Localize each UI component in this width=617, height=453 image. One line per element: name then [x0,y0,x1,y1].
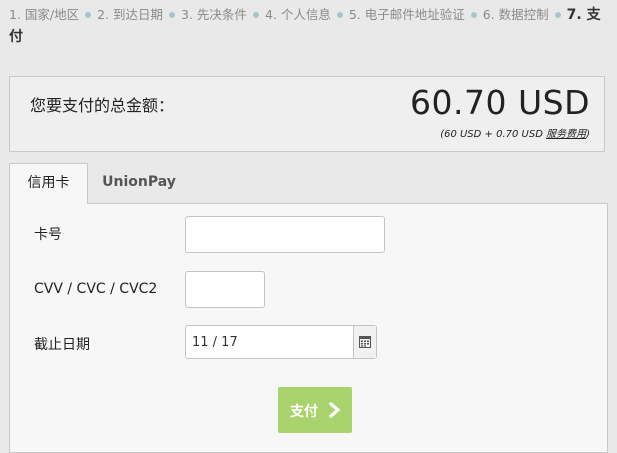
tab-credit-card[interactable]: 信用卡 [9,163,88,204]
chevron-right-icon [328,402,341,418]
step-arrival-date: 2. 到达日期 [97,7,164,22]
total-breakdown: (60 USD + 0.70 USD 服务费用) [440,125,590,140]
breakdown-prefix: (60 USD + 0.70 USD [440,129,547,140]
step-country: 1. 国家/地区 [9,7,80,22]
cvv-label: CVV / CVC / CVC2 [34,281,158,297]
checkout-steps: 1. 国家/地区 2. 到达日期 3. 先决条件 4. 个人信息 5. 电子邮件地址验证… [9,4,613,48]
card-number-label: 卡号 [34,227,62,243]
step-data-control: 6. 数据控制 [482,7,549,22]
step-separator-dot [85,12,92,18]
tab-unionpay[interactable]: UnionPay [88,163,190,203]
total-amount: 60.70 USD [410,83,590,122]
pay-button[interactable]: 支付 [278,387,352,433]
step-separator-dot [169,12,176,18]
service-fee-link[interactable]: 服务费用 [546,129,586,140]
card-number-input[interactable] [185,216,385,253]
step-personal-info: 4. 个人信息 [264,7,331,22]
step-separator-dot [470,12,477,18]
expiry-date-field [185,325,377,359]
cvv-input[interactable] [185,271,265,308]
expiry-date-input[interactable] [186,326,353,358]
calendar-icon [359,336,371,348]
step-separator-dot [336,12,343,18]
step-separator-dot [554,12,561,18]
breakdown-suffix: ) [586,129,590,140]
credit-card-form: 卡号 CVV / CVC / CVC2 截止日期 支付 [9,203,608,453]
calendar-button[interactable] [353,326,376,358]
total-label: 您要支付的总金额： [30,96,175,115]
total-amount-box: 您要支付的总金额： 60.70 USD (60 USD + 0.70 USD 服… [9,76,605,152]
step-prerequisites: 3. 先决条件 [181,7,247,22]
step-email-verification: 5. 电子邮件地址验证 [348,7,465,22]
pay-button-label: 支付 [290,404,318,420]
expiry-date-label: 截止日期 [34,337,90,353]
step-separator-dot [252,12,259,18]
